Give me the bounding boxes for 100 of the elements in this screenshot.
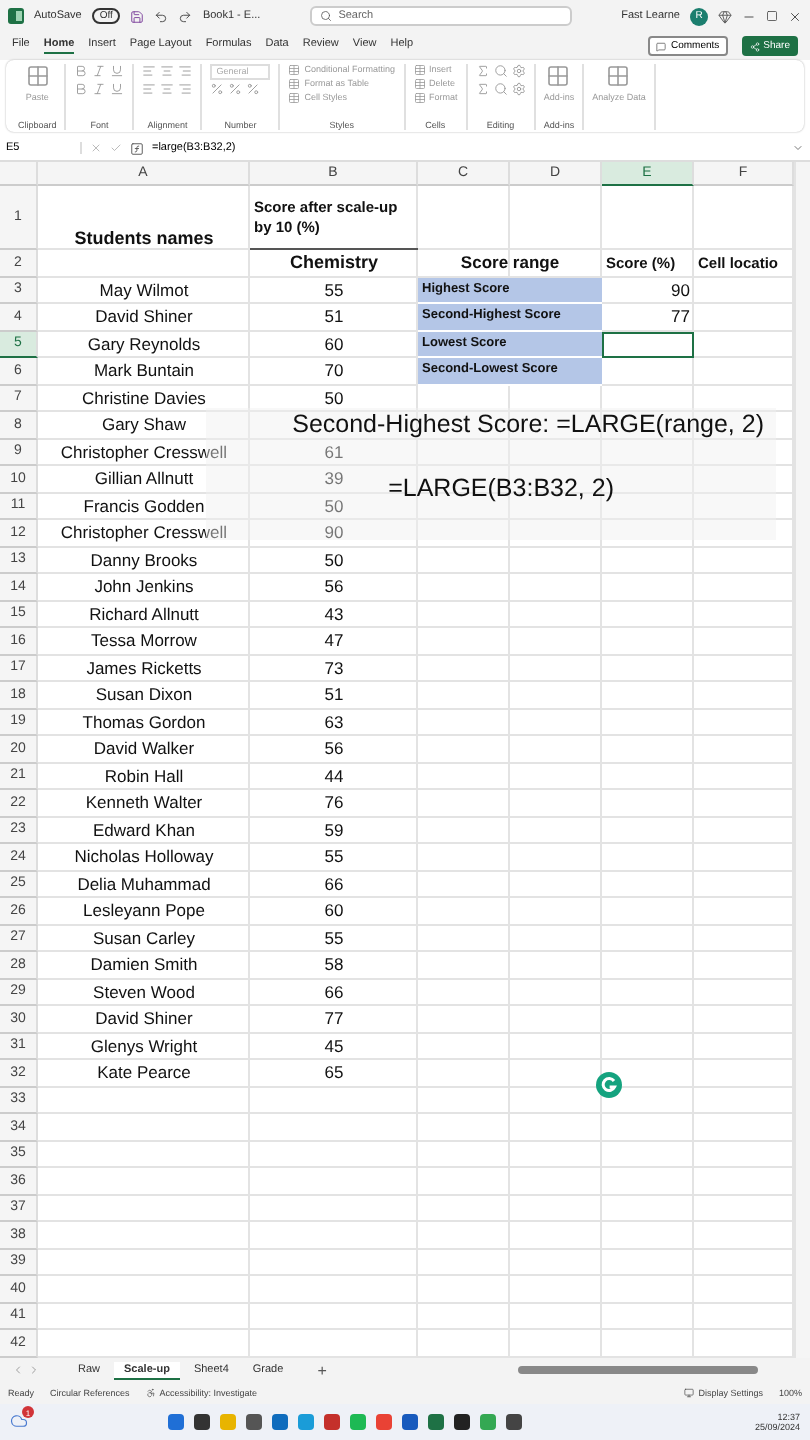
align-left-icon [142,64,157,78]
vertical-scrollbar[interactable] [794,162,810,1357]
function-icon [130,141,144,155]
table-cell: 66 [324,873,344,896]
underline-icon [110,64,125,78]
percent-icon [228,82,243,96]
table-cell: 50 [324,387,344,410]
table-cell: 77 [324,1008,344,1031]
table-cell: Chemistry [289,252,378,275]
table-cell: Gary Shaw [101,414,187,437]
table-cell: Score range [460,252,560,275]
table-cell: 55 [324,927,344,950]
table-cell: David Shiner [95,306,193,329]
table-cell: Gillian Allnutt [94,468,194,491]
table-cell: Damien Smith [90,954,198,977]
italic-icon [92,82,107,96]
percent-icon [246,82,261,96]
comment-icon [656,41,667,51]
active-cell[interactable] [602,331,694,358]
table-cell: 58 [324,954,344,977]
table-cell: 73 [324,657,344,680]
monitor-icon [684,1388,695,1398]
table-cell: Christopher Cresswell [60,522,228,545]
table-cell: Francis Godden [83,495,205,518]
table-cell: 39 [324,468,344,491]
table-cell: Glenys Wright [90,1035,198,1058]
table-cell: Lesleyann Pope [83,900,205,923]
previous-icon [12,1364,24,1376]
accessibility-icon [145,1388,156,1398]
table-cell: Edward Khan [92,819,196,842]
cloud-icon [10,1412,28,1431]
caption-formula: =LARGE(B3:B32, 2) [388,476,614,502]
table-cell: Christine Davies [82,387,206,410]
table-cell: 56 [324,738,344,761]
table-cell: David Walker [93,738,195,761]
table-cell: 55 [324,846,344,869]
next-icon [28,1364,40,1376]
align-right-icon [178,64,193,78]
table-cell: 65 [324,1062,344,1085]
italic-icon [92,64,107,78]
table-cell: David Shiner [95,1008,193,1031]
table-cell: Kate Pearce [97,1062,191,1085]
diamond-icon [718,9,732,23]
align-right-icon [178,82,193,96]
table-cell: 59 [324,819,344,842]
save-icon [130,9,145,23]
floating-badge-icon [596,1072,622,1098]
table-cell: 61 [324,441,344,464]
table-cell: 63 [324,711,344,734]
cancel-icon [90,142,102,154]
table-cell: 90 [324,522,344,545]
search-icon [493,64,508,78]
table-cell: Kenneth Walter [85,792,203,815]
add-sheet-button[interactable]: + [317,1361,327,1379]
underline-icon [110,82,125,96]
table-cell: John Jenkins [94,576,194,599]
search-icon [493,82,508,96]
table-cell: 66 [324,981,344,1004]
table-cell: 70 [324,360,344,383]
grid-icon [606,64,631,88]
scrollbar-thumb[interactable] [518,1366,758,1374]
table-cell: Robin Hall [104,765,184,788]
table-cell: May Wilmot [99,279,189,302]
table-cell: Thomas Gordon [82,711,206,734]
table-cell: 51 [324,306,344,329]
align-center-icon [160,64,175,78]
percent-icon [210,82,225,96]
table-cell: 60 [324,333,344,356]
enter-icon [110,142,122,154]
search-icon [320,10,333,22]
table-cell: 90 [671,279,690,302]
table-cell: Nicholas Holloway [74,846,214,869]
table-cell: 60 [324,900,344,923]
table-cell: 77 [671,306,690,329]
expand-icon [792,142,804,154]
align-center-icon [160,82,175,96]
table-cell: Christopher Cresswell [60,441,228,464]
table-cell: Mark Buntain [93,360,195,383]
table-cell: Steven Wood [93,981,195,1004]
settings-icon [511,64,526,78]
table-cell: Danny Brooks [90,549,198,572]
close-icon [788,9,802,23]
share-icon [749,41,760,51]
undo-icon [154,9,169,23]
table-cell: Delia Muhammad [77,873,211,896]
table-cell: 76 [324,792,344,815]
table-cell: James Ricketts [86,657,202,680]
table-cell: 45 [324,1035,344,1058]
table-cell: 55 [324,279,344,302]
grid-icon [25,64,50,88]
redo-icon [178,9,193,23]
caption-title: Second-Highest Score: =LARGE(range, 2) [292,412,764,438]
table-cell: Susan Dixon [95,684,193,707]
maximize-icon [766,10,778,22]
table-cell: 56 [324,576,344,599]
table-cell: Students names [74,227,214,250]
app-logo-icon [8,8,24,24]
table-cell: Susan Carley [92,927,196,950]
align-left-icon [142,82,157,96]
grid-icon [546,64,571,88]
